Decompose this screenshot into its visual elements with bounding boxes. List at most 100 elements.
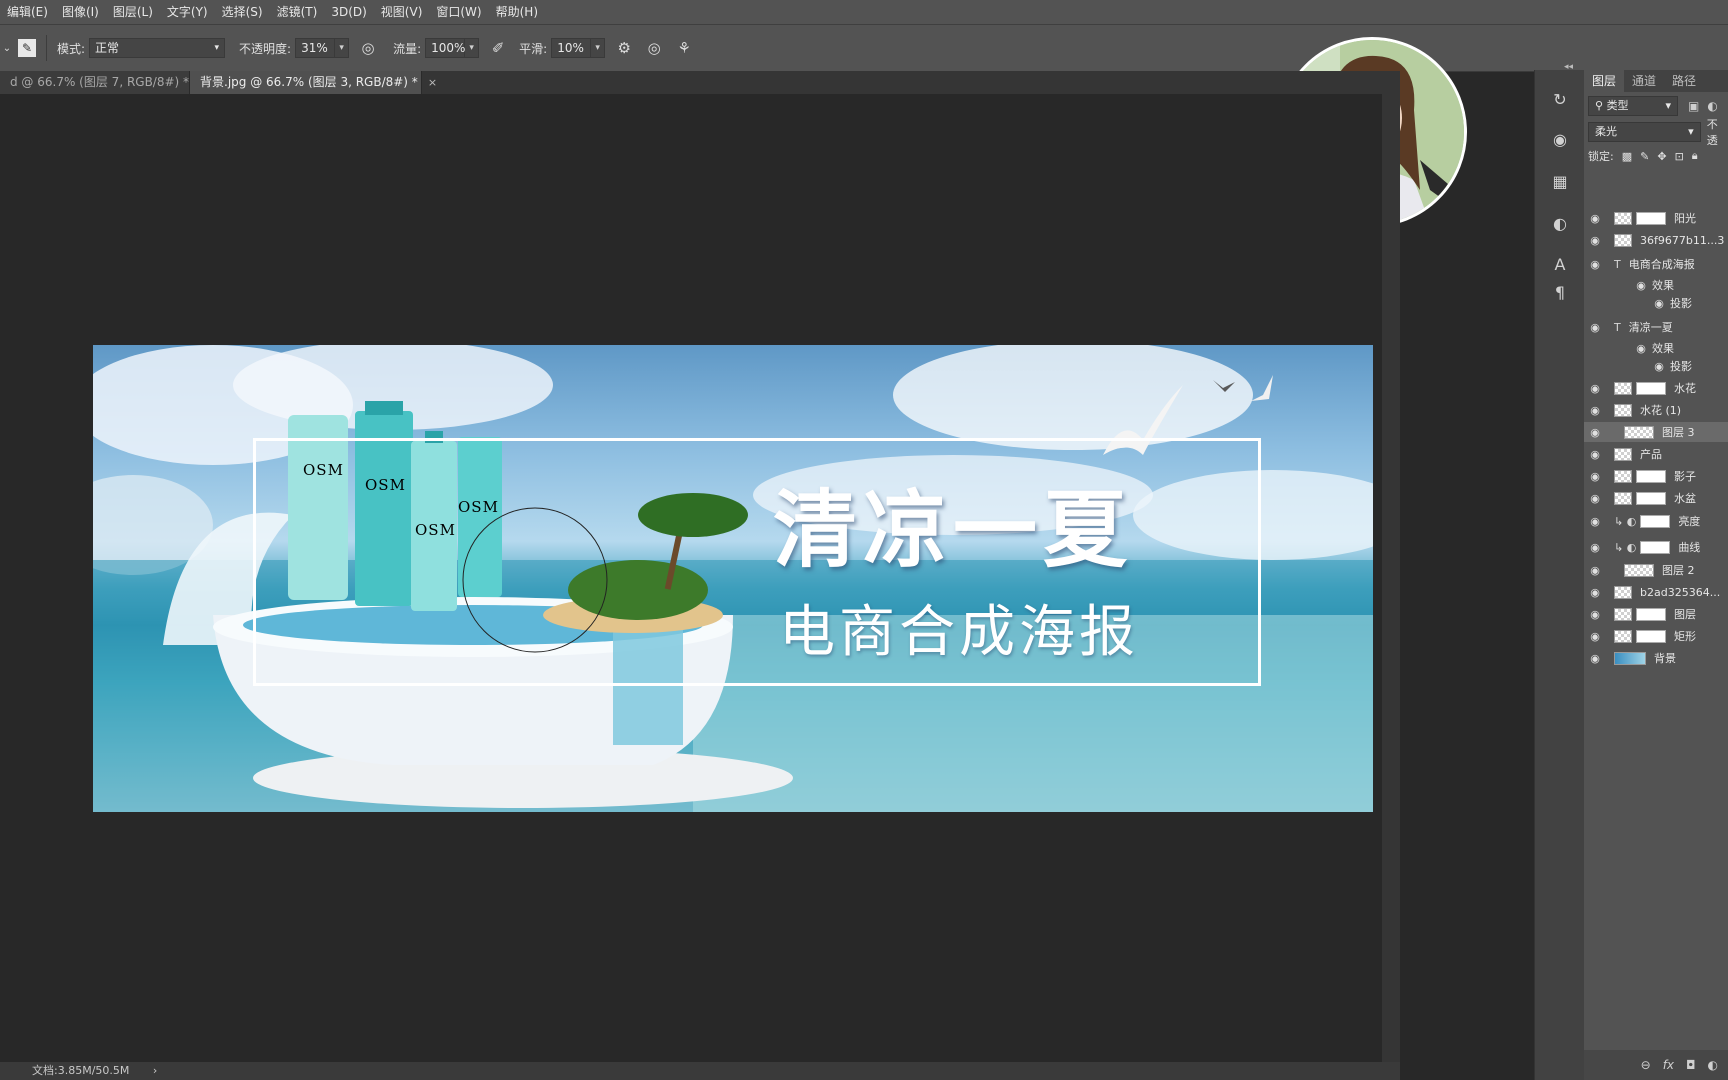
mask-icon[interactable]: ◘ [1686, 1058, 1696, 1072]
opacity-dropdown-icon[interactable]: ▾ [335, 38, 350, 58]
layer-thumbnail[interactable] [1614, 447, 1632, 461]
visibility-eye-icon[interactable]: ◉ [1634, 279, 1648, 292]
layer-row[interactable]: ◉ T 电商合成海报 [1584, 254, 1728, 274]
layer-row[interactable]: ◉ 产品 [1584, 444, 1728, 464]
vertical-scrollbar[interactable] [1382, 94, 1400, 1062]
flow-dropdown-icon[interactable]: ▾ [465, 38, 480, 58]
airbrush-icon[interactable]: ✐ [487, 37, 509, 59]
layer-thumbnail[interactable] [1614, 211, 1632, 225]
visibility-eye-icon[interactable]: ◉ [1588, 586, 1602, 599]
brush-preset-icon[interactable]: ✎ [18, 39, 36, 57]
tool-preset-chevron-icon[interactable]: ⌄ [0, 37, 14, 59]
smoothing-input[interactable]: 10% [551, 38, 592, 58]
visibility-eye-icon[interactable]: ◉ [1588, 492, 1602, 505]
layer-thumbnail[interactable] [1614, 381, 1632, 395]
visibility-eye-icon[interactable]: ◉ [1634, 342, 1648, 355]
close-icon[interactable]: × [428, 71, 437, 94]
document-tab-2[interactable]: 背景.jpg @ 66.7% (图层 3, RGB/8#) * × [190, 71, 437, 94]
visibility-eye-icon[interactable]: ◉ [1588, 564, 1602, 577]
layer-row[interactable]: ◉ 效果 [1584, 275, 1728, 295]
layer-row[interactable]: ◉ b2ad325364... [1584, 582, 1728, 602]
layer-thumbnail[interactable] [1614, 491, 1632, 505]
layer-mask-thumbnail[interactable] [1636, 629, 1666, 643]
layer-mask-thumbnail[interactable] [1640, 514, 1671, 528]
lock-all-icon[interactable]: 🔒︎ [1692, 149, 1698, 163]
lock-move-icon[interactable]: ✥ [1657, 150, 1666, 163]
visibility-eye-icon[interactable]: ◉ [1588, 426, 1602, 439]
layer-row[interactable]: ◉ 水盆 [1584, 488, 1728, 508]
layer-row[interactable]: ◉ ↳ ◐ 亮度 [1584, 511, 1728, 531]
visibility-eye-icon[interactable]: ◉ [1588, 321, 1602, 334]
grid-icon[interactable]: ▦ [1549, 170, 1571, 192]
adjustment-filter-icon[interactable]: ◐ [1707, 99, 1717, 113]
visibility-eye-icon[interactable]: ◉ [1588, 608, 1602, 621]
tab-channels[interactable]: 通道 [1624, 70, 1664, 92]
visibility-eye-icon[interactable]: ◉ [1588, 234, 1602, 247]
adjustment-icon[interactable]: ◐ [1708, 1058, 1718, 1072]
adjustments-icon[interactable]: ◐ [1549, 212, 1571, 234]
visibility-eye-icon[interactable]: ◉ [1588, 630, 1602, 643]
image-filter-icon[interactable]: ▣ [1688, 99, 1699, 113]
menu-type[interactable]: 文字(Y) [160, 0, 215, 24]
visibility-eye-icon[interactable]: ◉ [1588, 515, 1602, 528]
layer-thumbnail[interactable] [1614, 403, 1632, 417]
layer-mask-thumbnail[interactable] [1636, 491, 1666, 505]
blend-mode-select[interactable]: 柔光 ▾ [1588, 122, 1701, 142]
visibility-eye-icon[interactable]: ◉ [1588, 470, 1602, 483]
layer-mask-thumbnail[interactable] [1636, 469, 1666, 483]
menu-layer[interactable]: 图层(L) [106, 0, 160, 24]
tab-paths[interactable]: 路径 [1664, 70, 1704, 92]
layer-thumbnail[interactable] [1614, 651, 1646, 665]
lock-artboard-icon[interactable]: ⊡ [1675, 150, 1684, 163]
layer-mask-thumbnail[interactable] [1640, 540, 1671, 554]
character-icon[interactable]: A [1549, 253, 1571, 275]
visibility-eye-icon[interactable]: ◉ [1588, 652, 1602, 665]
history-icon[interactable]: ↻ [1549, 88, 1571, 110]
opacity-input[interactable]: 31% [295, 38, 336, 58]
visibility-eye-icon[interactable]: ◉ [1588, 541, 1602, 554]
tab-layers[interactable]: 图层 [1584, 70, 1625, 92]
layer-thumbnail[interactable] [1624, 563, 1654, 577]
visibility-eye-icon[interactable]: ◉ [1588, 382, 1602, 395]
layer-mask-thumbnail[interactable] [1636, 607, 1666, 621]
layer-row[interactable]: ◉ 水花 (1) [1584, 400, 1728, 420]
layer-row[interactable]: ◉ 矩形 [1584, 626, 1728, 646]
lock-paint-icon[interactable]: ✎ [1640, 150, 1649, 163]
pressure-size-icon[interactable]: ◎ [643, 37, 665, 59]
pressure-opacity-icon[interactable]: ◎ [357, 37, 379, 59]
menu-3d[interactable]: 3D(D) [324, 0, 373, 24]
poster-canvas[interactable]: OSM OSM OSM OSM 清凉一夏 电商合成海报 [93, 345, 1373, 812]
menu-view[interactable]: 视图(V) [374, 0, 430, 24]
layer-thumbnail[interactable] [1624, 425, 1654, 439]
visibility-eye-icon[interactable]: ◉ [1588, 258, 1602, 271]
fx-icon[interactable]: fx [1663, 1058, 1674, 1072]
flow-input[interactable]: 100% [425, 38, 465, 58]
layer-row[interactable]: ◉ 图层 2 [1584, 560, 1728, 580]
layer-filter-select[interactable]: ⚲ 类型 ▾ [1588, 96, 1678, 116]
layer-thumbnail[interactable] [1614, 233, 1632, 247]
status-menu-arrow[interactable]: › [153, 1064, 157, 1077]
layer-mask-thumbnail[interactable] [1636, 211, 1666, 225]
visibility-eye-icon[interactable]: ◉ [1588, 404, 1602, 417]
layer-row[interactable]: ◉ T 清凉一夏 [1584, 317, 1728, 337]
layer-row[interactable]: ◉ 投影 [1584, 293, 1728, 313]
menu-select[interactable]: 选择(S) [215, 0, 270, 24]
symmetry-butterfly-icon[interactable]: ⚘ [673, 37, 695, 59]
gear-icon[interactable]: ⚙ [613, 37, 635, 59]
layer-row[interactable]: ◉ 背景 [1584, 648, 1728, 668]
layer-row[interactable]: ◉ 36f9677b11...3 [1584, 230, 1728, 250]
paragraph-icon[interactable]: ¶ [1549, 281, 1571, 303]
layer-row[interactable]: ◉ 图层 3 [1584, 422, 1728, 442]
swatches-palette-icon[interactable]: ◉ [1549, 128, 1571, 150]
menu-image[interactable]: 图像(I) [55, 0, 106, 24]
mode-select[interactable]: 正常 ▾ [89, 38, 226, 58]
layer-thumbnail[interactable] [1614, 469, 1632, 483]
layer-row[interactable]: ◉ 水花 [1584, 378, 1728, 398]
menu-window[interactable]: 窗口(W) [429, 0, 488, 24]
visibility-eye-icon[interactable]: ◉ [1652, 360, 1666, 373]
menu-filter[interactable]: 滤镜(T) [270, 0, 325, 24]
lock-transparent-icon[interactable]: ▩ [1622, 150, 1632, 163]
visibility-eye-icon[interactable]: ◉ [1652, 297, 1666, 310]
layer-row[interactable]: ◉ 投影 [1584, 356, 1728, 376]
link-icon[interactable]: ⊖ [1641, 1058, 1651, 1072]
